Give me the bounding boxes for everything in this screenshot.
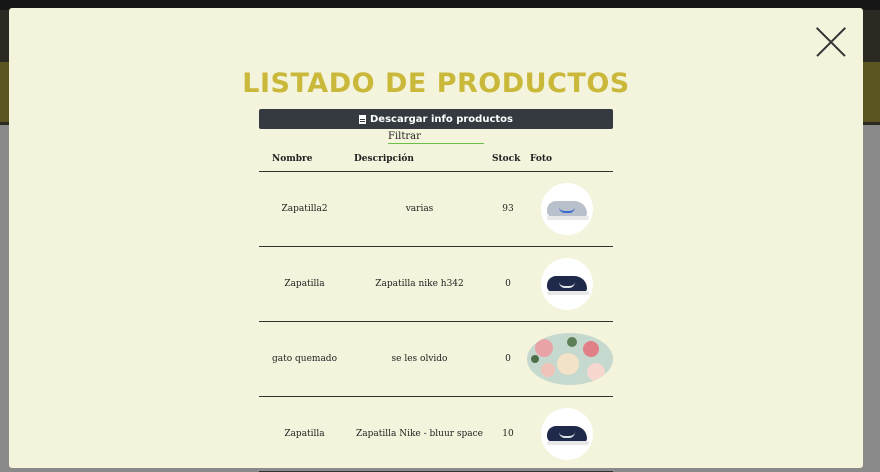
- cell-foto: [527, 321, 613, 397]
- table-header-row: Nombre Descripción Stock Foto: [259, 147, 613, 172]
- cell-stock: 10: [489, 396, 527, 472]
- close-icon[interactable]: [815, 26, 847, 58]
- cell-foto: [527, 396, 613, 472]
- cell-descripcion: varias: [350, 171, 489, 247]
- table-row: Zapatilla Zapatilla Nike - bluur space 1…: [259, 396, 613, 472]
- table-row: Zapatilla Zapatilla nike h342 0: [259, 246, 613, 322]
- sneaker-grey-image: [541, 183, 593, 235]
- header-stock[interactable]: Stock: [489, 147, 527, 172]
- file-icon: [359, 114, 366, 124]
- header-descripcion[interactable]: Descripción: [350, 147, 489, 172]
- header-accent-right: [862, 62, 880, 122]
- header-nombre[interactable]: Nombre: [259, 147, 350, 172]
- cell-nombre: Zapatilla: [259, 396, 350, 472]
- cell-stock: 0: [489, 246, 527, 322]
- table-row: Zapatilla2 varias 93: [259, 171, 613, 247]
- sneaker-navy-image: [541, 408, 593, 460]
- cell-stock: 0: [489, 321, 527, 397]
- cell-nombre: Zapatilla2: [259, 171, 350, 247]
- cell-nombre: Zapatilla: [259, 246, 350, 322]
- sneaker-navy-image: [541, 258, 593, 310]
- header-foto[interactable]: Foto: [527, 147, 613, 172]
- cell-descripcion: Zapatilla nike h342: [350, 246, 489, 322]
- table-row: gato quemado se les olvido 0: [259, 321, 613, 397]
- cell-foto: [527, 171, 613, 247]
- cell-descripcion: Zapatilla Nike - bluur space: [350, 396, 489, 472]
- cell-nombre: gato quemado: [259, 321, 350, 397]
- cell-stock: 93: [489, 171, 527, 247]
- download-label: Descargar info productos: [370, 113, 513, 125]
- cell-descripcion: se les olvido: [350, 321, 489, 397]
- floral-pattern-image: [527, 333, 613, 385]
- products-table: Nombre Descripción Stock Foto Zapatilla2…: [259, 147, 613, 472]
- download-products-button[interactable]: Descargar info productos: [259, 109, 613, 129]
- modal-title: LISTADO DE PRODUCTOS: [242, 68, 630, 99]
- cell-foto: [527, 246, 613, 322]
- filter-input[interactable]: [388, 129, 484, 144]
